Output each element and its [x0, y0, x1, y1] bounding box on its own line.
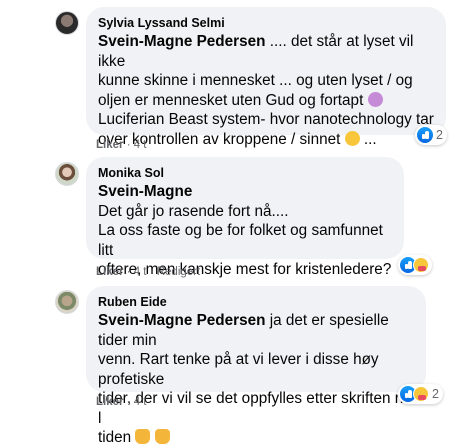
crying-face-icon	[344, 130, 360, 146]
folded-hands-icon	[135, 429, 151, 444]
mention-link[interactable]: Svein-Magne	[98, 183, 192, 200]
comment-meta: · 4 t	[123, 139, 147, 151]
comment-bubble: Monika Sol Svein-Magne Det går jo rasend…	[86, 157, 404, 278]
comment-author[interactable]: Sylvia Lyssand Selmi	[98, 15, 434, 31]
comment-actions: Liker · 4 t · Redigert	[96, 266, 200, 278]
confounded-face-icon	[367, 91, 383, 107]
like-button[interactable]: Liker	[96, 396, 124, 408]
mention-link[interactable]: Svein-Magne Pedersen	[98, 312, 265, 329]
comment-text: Svein-Magne Pedersen .... det står at ly…	[98, 33, 434, 148]
like-button[interactable]: Liker	[96, 139, 124, 151]
comment-bubble: Sylvia Lyssand Selmi Svein-Magne Pederse…	[86, 7, 446, 148]
care-reaction-icon	[413, 257, 429, 273]
folded-hands-icon	[154, 429, 170, 444]
comment-text: Svein-Magne Pedersen ja det er spesielle…	[98, 312, 412, 446]
reaction-count: 2	[432, 387, 439, 401]
avatar[interactable]	[55, 11, 79, 35]
reaction-summary[interactable]: 2	[415, 125, 447, 145]
avatar[interactable]	[55, 290, 79, 314]
comment-actions: Liker · 4 t	[96, 139, 147, 151]
comment-meta: · 4 t · Redigert	[123, 266, 201, 278]
care-reaction-icon	[413, 386, 429, 402]
comment-text: Svein-Magne Det går jo rasende fort nå..…	[98, 183, 392, 278]
comment-author[interactable]: Monika Sol	[98, 165, 392, 181]
mention-link[interactable]: Svein-Magne Pedersen	[98, 33, 265, 50]
comment-actions: Liker · 4 t	[96, 396, 147, 408]
comment-author[interactable]: Ruben Eide	[98, 294, 414, 310]
like-button[interactable]: Liker	[96, 266, 124, 278]
avatar[interactable]	[55, 162, 79, 186]
reaction-summary[interactable]	[398, 255, 432, 275]
comment-meta: · 4 t	[123, 396, 147, 408]
like-reaction-icon	[417, 127, 433, 143]
reaction-summary[interactable]: 2	[398, 384, 443, 404]
reaction-count: 2	[436, 128, 443, 142]
comment-bubble: Ruben Eide Svein-Magne Pedersen ja det e…	[86, 286, 426, 446]
